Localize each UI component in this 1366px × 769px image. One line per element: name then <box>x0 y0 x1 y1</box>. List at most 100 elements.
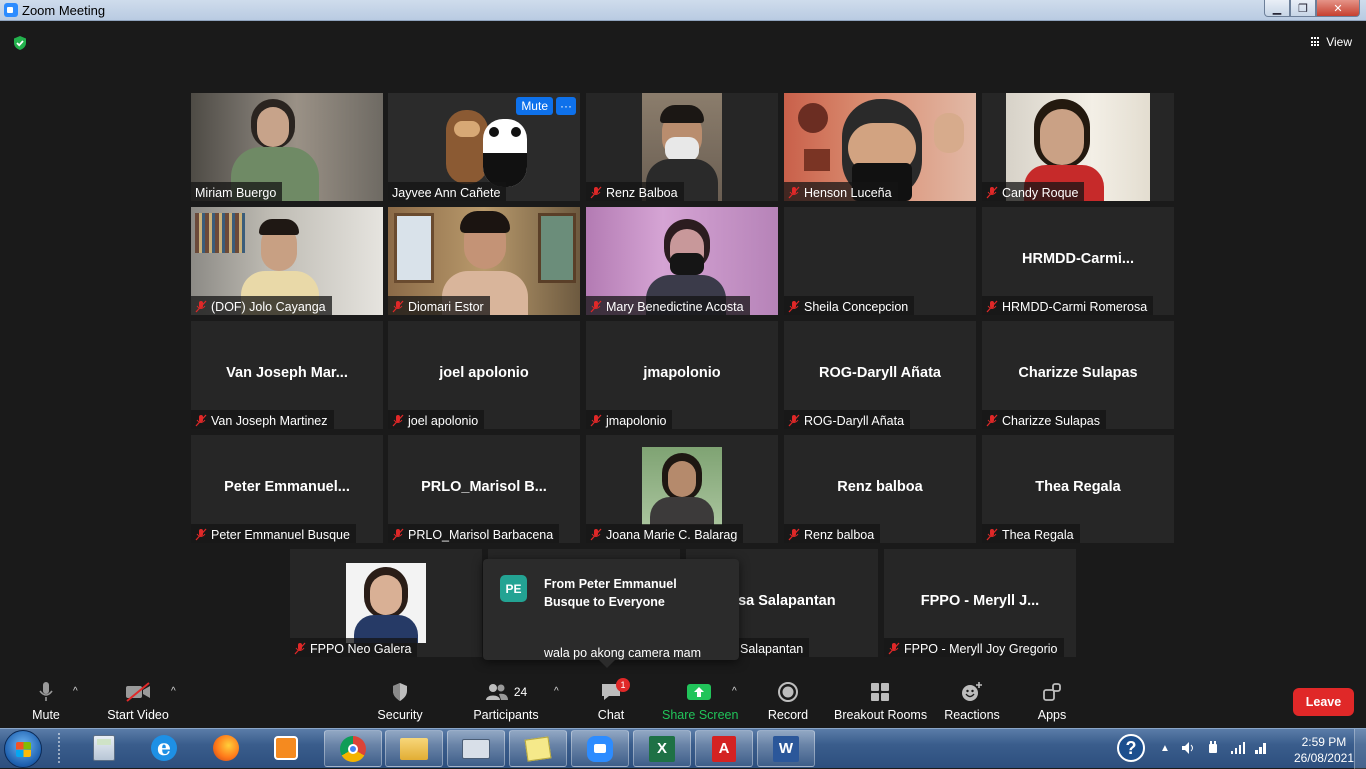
video-tile-renz-balboa[interactable]: Renz balboa Renz balboa <box>784 435 976 543</box>
audio-options-caret[interactable]: ^ <box>73 686 78 697</box>
participants-button[interactable]: 24 Participants <box>472 680 540 722</box>
share-options-caret[interactable]: ^ <box>732 686 737 697</box>
participant-name: PRLO_Marisol Barbacena <box>388 524 560 543</box>
video-tile-rog[interactable]: ROG-Daryll Añata ROG-Daryll Añata <box>784 321 976 429</box>
volume-icon[interactable] <box>1180 733 1198 763</box>
video-tile-joana[interactable]: Joana Marie C. Balarag <box>586 435 778 543</box>
muted-mic-icon <box>788 186 800 199</box>
participant-name: Charizze Sulapas <box>982 410 1106 429</box>
participant-name: jmapolonio <box>586 410 673 429</box>
chat-button[interactable]: 1 Chat <box>592 678 630 722</box>
participant-count: 24 <box>513 685 528 699</box>
muted-mic-icon <box>195 300 207 313</box>
participant-display-name: Renz balboa <box>837 479 923 495</box>
leave-button[interactable]: Leave <box>1293 688 1354 716</box>
video-tile-prlo[interactable]: PRLO_Marisol B... PRLO_Marisol Barbacena <box>388 435 580 543</box>
video-tile-diomari[interactable]: Diomari Estor <box>388 207 580 315</box>
participant-name-label: jmapolonio <box>606 413 667 428</box>
remote-desktop-taskbar-button[interactable] <box>447 730 505 767</box>
video-tile-candy[interactable]: Candy Roque <box>982 93 1174 201</box>
video-tile-peter[interactable]: Peter Emmanuel... Peter Emmanuel Busque <box>191 435 383 543</box>
share-screen-button[interactable]: Share Screen <box>662 680 738 722</box>
breakout-rooms-button[interactable]: Breakout Rooms <box>834 680 927 722</box>
minimize-button[interactable]: ▁ <box>1264 0 1290 17</box>
close-button[interactable]: ✕ <box>1316 0 1360 17</box>
video-tile-henson[interactable]: Henson Luceña <box>784 93 976 201</box>
participants-options-caret[interactable]: ^ <box>554 686 559 697</box>
system-clock[interactable]: 2:59 PM 26/08/2021 <box>1294 734 1354 766</box>
participant-display-name: Charizze Sulapas <box>1018 365 1138 381</box>
keyboard-icon <box>462 738 490 759</box>
chrome-taskbar-button[interactable] <box>324 730 382 767</box>
word-taskbar-button[interactable]: W <box>757 730 815 767</box>
participant-name-label: Thea Regala <box>1002 527 1074 542</box>
muted-mic-icon <box>788 300 800 313</box>
maximize-button[interactable]: ❐ <box>1290 0 1316 17</box>
security-button[interactable]: Security <box>374 680 426 722</box>
mute-button[interactable]: Mute <box>26 680 66 722</box>
acrobat-taskbar-button[interactable]: A <box>695 730 753 767</box>
video-tile-van[interactable]: Van Joseph Mar... Van Joseph Martinez <box>191 321 383 429</box>
network-icon[interactable] <box>1252 733 1270 763</box>
muted-mic-icon <box>986 414 998 427</box>
apps-button[interactable]: Apps <box>1032 680 1072 722</box>
excel-taskbar-button[interactable]: X <box>633 730 691 767</box>
participant-name-label: FPPO - Meryll Joy Gregorio <box>904 641 1058 656</box>
participant-display-name: joel apolonio <box>439 365 529 381</box>
show-desktop-button[interactable] <box>1354 729 1366 769</box>
participant-name-label: ROG-Daryll Añata <box>804 413 905 428</box>
chat-notification[interactable]: PE From Peter Emmanuel Busque to Everyon… <box>483 559 739 668</box>
reactions-button[interactable]: Reactions <box>944 680 1000 722</box>
video-tile-renz[interactable]: Renz Balboa <box>586 93 778 201</box>
explorer-taskbar-button[interactable] <box>385 730 443 767</box>
record-button[interactable]: Record <box>766 680 810 722</box>
video-tile-neo[interactable]: FPPO Neo Galera <box>290 549 482 657</box>
tile-mute-button[interactable]: Mute <box>516 97 553 115</box>
encryption-shield-icon[interactable] <box>12 35 28 51</box>
sticky-notes-icon <box>524 735 552 762</box>
participant-name-label: Peter Emmanuel Busque <box>211 527 350 542</box>
participant-name-label: HRMDD-Carmi Romerosa <box>1002 299 1148 314</box>
muted-mic-icon <box>392 528 404 541</box>
shield-icon <box>393 683 407 701</box>
media-player-icon[interactable] <box>272 733 300 763</box>
participant-name: Joana Marie C. Balarag <box>586 524 744 543</box>
video-tile-mary[interactable]: Mary Benedictine Acosta <box>586 207 778 315</box>
apps-icon <box>1043 683 1061 701</box>
participant-name: Peter Emmanuel Busque <box>191 524 356 543</box>
sender-avatar: PE <box>500 575 527 602</box>
tile-more-button[interactable]: ··· <box>556 97 576 115</box>
signal-bars-icon[interactable] <box>1228 733 1248 763</box>
video-tile-jolo[interactable]: (DOF) Jolo Cayanga <box>191 207 383 315</box>
start-video-button[interactable]: Start Video <box>104 680 172 722</box>
power-plug-icon[interactable] <box>1204 733 1222 763</box>
help-icon[interactable]: ? <box>1116 733 1146 763</box>
video-tile-miriam[interactable]: Miriam Buergo <box>191 93 383 201</box>
participant-name-label: joel apolonio <box>408 413 479 428</box>
calculator-icon[interactable] <box>90 733 118 763</box>
tray-expand-icon[interactable]: ▲ <box>1158 733 1172 763</box>
video-tile-jayvee[interactable]: Mute ··· Jayvee Ann Cañete <box>388 93 580 201</box>
video-tile-thea[interactable]: Thea Regala Thea Regala <box>982 435 1174 543</box>
video-tile-sheila[interactable]: Sheila Concepcion <box>784 207 976 315</box>
video-tile-carmi[interactable]: HRMDD-Carmi... HRMDD-Carmi Romerosa <box>982 207 1174 315</box>
muted-mic-icon <box>392 300 404 313</box>
view-button[interactable]: View <box>1311 35 1352 49</box>
zoom-taskbar-button[interactable] <box>571 730 629 767</box>
participant-name-label: PRLO_Marisol Barbacena <box>408 527 554 542</box>
sticky-notes-taskbar-button[interactable] <box>509 730 567 767</box>
participant-name: Renz balboa <box>784 524 881 543</box>
video-options-caret[interactable]: ^ <box>171 686 176 697</box>
start-button[interactable] <box>4 730 42 768</box>
video-tile-meryll[interactable]: FPPO - Meryll J... FPPO - Meryll Joy Gre… <box>884 549 1076 657</box>
video-tile-joel[interactable]: joel apolonio joel apolonio <box>388 321 580 429</box>
video-tile-charizze[interactable]: Charizze Sulapas Charizze Sulapas <box>982 321 1174 429</box>
participant-display-name: PRLO_Marisol B... <box>421 479 547 495</box>
zoom-app-icon <box>4 3 18 17</box>
firefox-icon[interactable] <box>212 733 240 763</box>
record-icon <box>778 682 798 702</box>
internet-explorer-icon[interactable]: e <box>150 733 178 763</box>
muted-mic-icon <box>590 300 602 313</box>
video-tile-jmapolonio[interactable]: jmapolonio jmapolonio <box>586 321 778 429</box>
participant-name: Jayvee Ann Cañete <box>388 182 507 201</box>
